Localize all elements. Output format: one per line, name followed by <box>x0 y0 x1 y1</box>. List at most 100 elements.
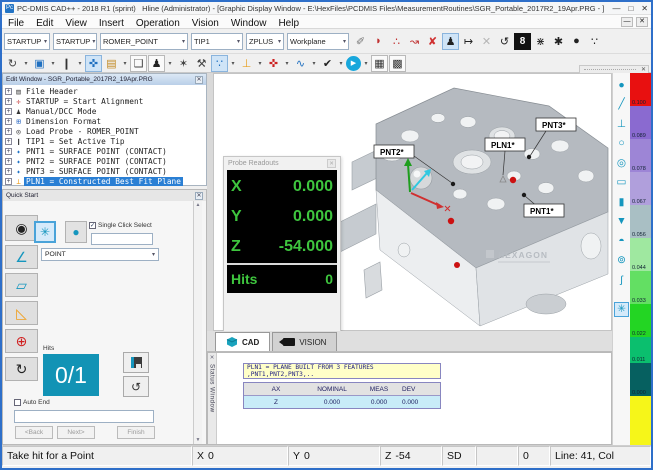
status-window-close-button[interactable]: ✕ <box>210 355 215 361</box>
line-feature-icon[interactable]: ╱ <box>614 97 629 112</box>
summary-window-icon[interactable]: ▩ <box>389 55 406 72</box>
feature-label-pnt3[interactable]: PNT3* <box>542 121 566 130</box>
scroll-down-icon[interactable]: ▼ <box>196 437 201 443</box>
measure-distance-button[interactable]: ▱ <box>5 273 38 297</box>
view-rotate-icon[interactable]: ↻ <box>4 55 21 72</box>
quick-start-scrollbar[interactable]: ▲ ▼ <box>193 201 202 444</box>
tree-manual-dcc[interactable]: + ♟ Manual/DCC Mode <box>3 106 206 116</box>
asterisk-feature-icon[interactable]: ✳ <box>614 302 629 317</box>
dimension-icon[interactable]: ✔ <box>319 55 336 72</box>
point-feature-icon[interactable]: ● <box>614 77 629 92</box>
expand-icon[interactable]: + <box>5 108 12 115</box>
auto-feature-icon[interactable]: ∵ <box>211 55 228 72</box>
single-click-checkbox[interactable]: ✓Single Click Select <box>89 222 152 229</box>
dropdown-caret[interactable]: ▾ <box>76 55 84 72</box>
tree-pnt2[interactable]: + ✦ PNT2 = SURFACE POINT (CONTACT) <box>3 156 206 166</box>
next-button[interactable]: Next> <box>57 426 95 439</box>
rotate-readouts-icon[interactable]: ↺ <box>496 33 513 50</box>
dropdown-caret[interactable]: ▾ <box>310 55 318 72</box>
finish-button[interactable]: Finish <box>117 426 155 439</box>
delete-hits-icon[interactable]: ✕ <box>478 33 495 50</box>
menu-item[interactable]: Edit <box>30 18 59 29</box>
probe-combobox[interactable]: ROMER_POINT▾ <box>100 33 188 50</box>
menu-item[interactable]: Vision <box>186 18 225 29</box>
expand-icon[interactable]: + <box>5 158 12 165</box>
probe-edit-icon[interactable]: ✐ <box>352 33 369 50</box>
measure-angle-button[interactable]: ◺ <box>5 301 38 325</box>
tree-pln1[interactable]: + ⊥ PLN1 = Constructed Best Fit Plane <box>3 176 206 186</box>
rotate-button[interactable]: ↻ <box>5 357 38 381</box>
probe-qualify-icon[interactable]: ◗ <box>370 33 387 50</box>
scroll-up-icon[interactable]: ▲ <box>196 202 201 208</box>
tree-load-probe[interactable]: + ◎ Load Probe - ROMER_POINT <box>3 126 206 136</box>
plane-feature-icon[interactable]: ⊥ <box>238 55 255 72</box>
comment-icon[interactable]: ❑ <box>130 55 147 72</box>
probe-readouts-close-button[interactable]: ✕ <box>327 159 336 168</box>
point-mode-button[interactable]: ● <box>65 221 87 243</box>
probe-readouts-window[interactable]: Probe Readouts ✕ X 0.000 Y 0.000 <box>223 156 341 332</box>
tip-ball-icon[interactable]: ● <box>568 33 585 50</box>
dropdown-caret[interactable]: ▾ <box>337 55 345 72</box>
dropdown-caret[interactable]: ▾ <box>121 55 129 72</box>
menu-item[interactable]: Operation <box>130 18 186 29</box>
maximize-button[interactable]: □ <box>628 4 633 13</box>
tip-asterisk-icon[interactable]: ✱ <box>550 33 567 50</box>
feature-filter-input[interactable] <box>91 233 153 245</box>
dropdown-caret[interactable]: ▾ <box>22 55 30 72</box>
edit-window-close-button[interactable]: ✕ <box>195 76 203 84</box>
point-cloud-icon[interactable]: ∴ <box>388 33 405 50</box>
manual-mode-icon[interactable]: ♟ <box>442 33 459 50</box>
feature-label-pln1[interactable]: PLN1* <box>491 141 515 150</box>
close-button[interactable]: ✕ <box>641 4 648 13</box>
tip-angles-icon[interactable]: ⋇ <box>532 33 549 50</box>
scan-curve-icon[interactable]: ∿ <box>292 55 309 72</box>
wizard-wand-icon[interactable]: ✶ <box>175 55 192 72</box>
expand-icon[interactable]: + <box>5 178 12 185</box>
tab-cad[interactable]: CAD <box>215 332 270 351</box>
feature-label-pnt1[interactable]: PNT1* <box>530 207 554 216</box>
menu-item[interactable]: Window <box>225 18 273 29</box>
alignment-icon[interactable]: ✜ <box>265 55 282 72</box>
cone-feature-icon[interactable]: ▼ <box>614 214 629 229</box>
tree-dimension-format[interactable]: + ⊞ Dimension Format <box>3 116 206 126</box>
curve-feature-icon[interactable]: ʃ <box>614 272 629 287</box>
status-window-sidebar[interactable]: ✕ Status Window <box>208 353 217 444</box>
tip-combobox[interactable]: TIP1▾ <box>191 33 243 50</box>
tree-file-header[interactable]: + ▤ File Header <box>3 86 206 96</box>
tree-tip1[interactable]: + ❙ TIP1 = Set Active Tip <box>3 136 206 146</box>
tree-startup[interactable]: + ✛ STARTUP = Start Alignment <box>3 96 206 106</box>
expand-icon[interactable]: + <box>5 118 12 125</box>
circle-feature-icon[interactable]: ○ <box>614 136 629 151</box>
dropdown-caret[interactable]: ▾ <box>229 55 237 72</box>
asterisk-mode-button[interactable]: ✳ <box>34 221 56 243</box>
mini-routine-combobox[interactable]: STARTUP▾ <box>53 33 97 50</box>
workplane-combobox[interactable]: ZPLUS▾ <box>246 33 284 50</box>
mini-close-button[interactable]: ✕ <box>641 66 646 73</box>
slot-feature-icon[interactable]: ▭ <box>614 175 629 190</box>
plane-feature-icon[interactable]: ⊥ <box>614 116 629 131</box>
menu-item[interactable]: Insert <box>93 18 130 29</box>
expand-icon[interactable]: + <box>5 168 12 175</box>
dcc-mode-icon[interactable]: ↦ <box>460 33 477 50</box>
expand-icon[interactable]: + <box>5 138 12 145</box>
tools-icon[interactable]: ⚒ <box>193 55 210 72</box>
alignment-combobox[interactable]: STARTUP▾ <box>4 33 50 50</box>
back-button[interactable]: <Back <box>15 426 53 439</box>
execute-icon[interactable]: ▶ <box>346 56 361 71</box>
move-part-icon[interactable]: ✜ <box>85 55 102 72</box>
feature-label-pnt2[interactable]: PNT2* <box>380 148 404 157</box>
cylinder-feature-icon[interactable]: ▮ <box>614 194 629 209</box>
expand-icon[interactable]: + <box>5 148 12 155</box>
undo-button[interactable]: ↺ <box>123 376 149 397</box>
minimize-button[interactable]: — <box>612 4 620 13</box>
torus-feature-icon[interactable]: ⊚ <box>614 253 629 268</box>
dropdown-caret[interactable]: ▾ <box>362 55 370 72</box>
tip-vector-icon[interactable]: ∵ <box>586 33 603 50</box>
workplane-label-combobox[interactable]: Workplane▾ <box>287 33 349 50</box>
mdi-close-button[interactable]: ✕ <box>636 17 648 27</box>
clipboard-icon[interactable]: ▤ <box>103 55 120 72</box>
save-button[interactable] <box>123 352 149 373</box>
tree-pnt1[interactable]: + ✦ PNT1 = SURFACE POINT (CONTACT) <box>3 146 206 156</box>
delete-feature-icon[interactable]: ✘ <box>424 33 441 50</box>
sphere-feature-icon[interactable]: ◓ <box>614 233 629 248</box>
